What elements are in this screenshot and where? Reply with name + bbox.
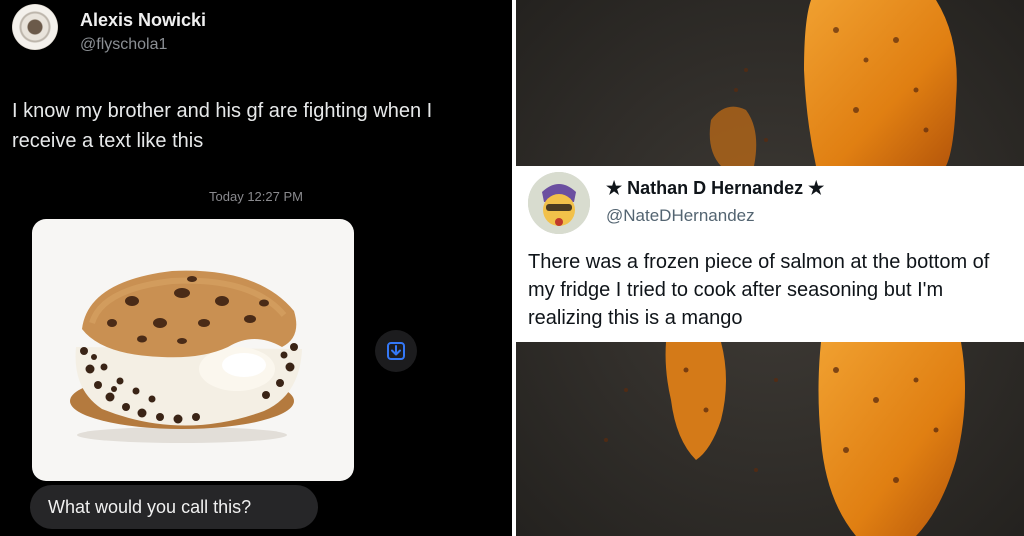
tweet-text: I know my brother and his gf are fightin… <box>12 100 433 152</box>
left-tweet-panel: Alexis Nowicki @flyschola1 I know my bro… <box>0 0 512 536</box>
message-timestamp: Today 12:27 PM <box>209 189 303 204</box>
cartoon-avatar-icon <box>528 172 590 234</box>
download-icon <box>387 342 405 360</box>
message-bubble[interactable]: What would you call this? <box>30 485 318 529</box>
author-avatar[interactable] <box>12 4 58 50</box>
save-image-button[interactable] <box>375 330 417 372</box>
cookie-sandwich-image <box>70 270 302 443</box>
author-handle[interactable]: @NateDHernandez <box>606 206 755 226</box>
author-name[interactable]: ★ Nathan D Hernandez ★ <box>606 178 824 199</box>
author-avatar[interactable] <box>528 172 590 234</box>
author-name[interactable]: Alexis Nowicki <box>80 10 206 31</box>
author-handle[interactable]: @flyschola1 <box>80 36 167 54</box>
message-photo[interactable] <box>32 219 354 481</box>
right-tweet-card: ★ Nathan D Hernandez ★ @NateDHernandez T… <box>516 166 1024 342</box>
tweet-text: There was a frozen piece of salmon at th… <box>528 251 990 329</box>
